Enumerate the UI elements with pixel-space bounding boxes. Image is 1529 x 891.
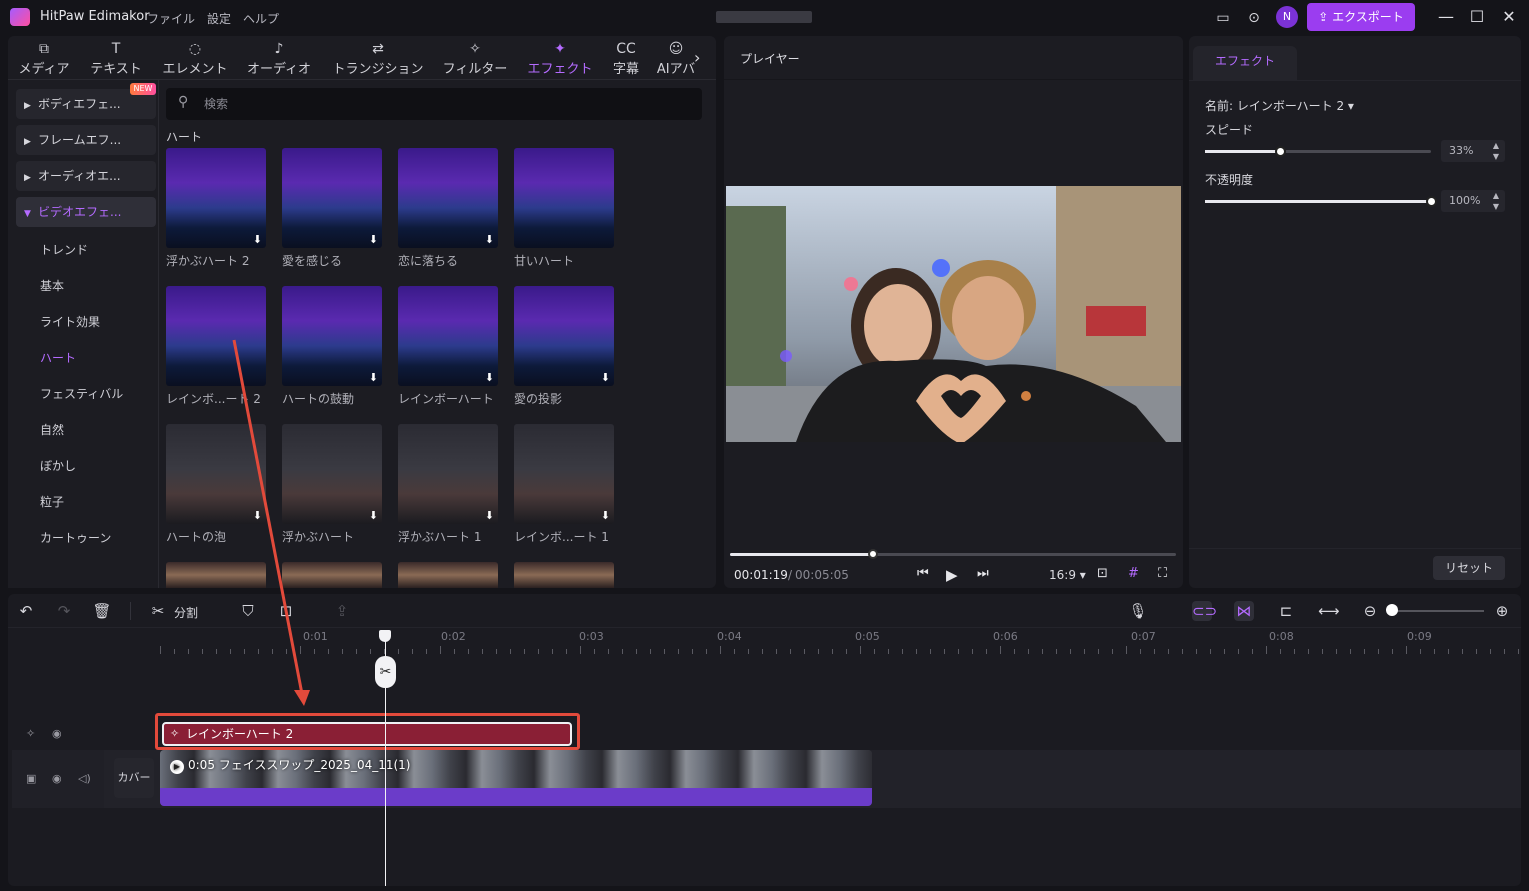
annotation-arrow [232, 339, 310, 706]
